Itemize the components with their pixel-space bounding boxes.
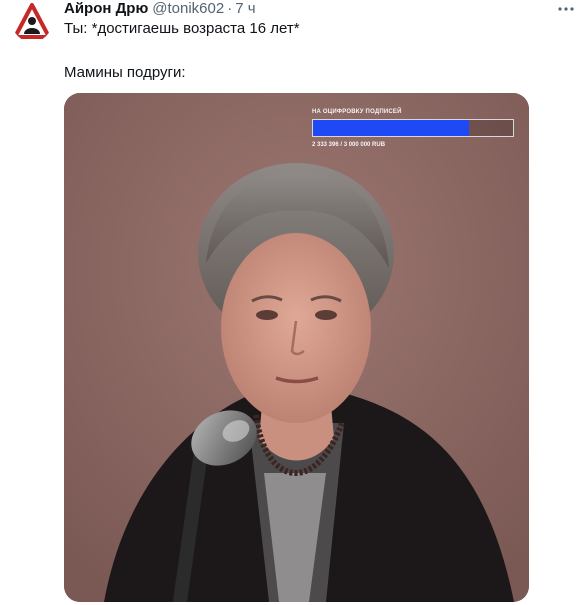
overlay-count: 2 333 396 / 3 000 000 RUB bbox=[312, 142, 386, 148]
avatar[interactable] bbox=[12, 2, 52, 42]
tweet: Айрон Дрю @tonik602 · 7 ч Ты: *достигаеш… bbox=[0, 0, 587, 605]
warning-sign-avatar-icon bbox=[13, 3, 51, 39]
author-line: Айрон Дрю @tonik602 · 7 ч bbox=[64, 0, 256, 18]
more-button[interactable] bbox=[555, 0, 577, 18]
progress-bar bbox=[312, 119, 514, 137]
stream-overlay: НА ОЦИФРОВКУ ПОДПИСЕЙ 2 333 396 / 3 000 … bbox=[312, 109, 522, 159]
overlay-title: НА ОЦИФРОВКУ ПОДПИСЕЙ bbox=[312, 109, 402, 115]
separator-dot: · bbox=[227, 0, 233, 17]
more-dots-icon bbox=[558, 7, 574, 11]
tweet-media[interactable]: НА ОЦИФРОВКУ ПОДПИСЕЙ 2 333 396 / 3 000 … bbox=[64, 93, 529, 602]
tweet-text-line-2: Мамины подруги: bbox=[64, 64, 186, 81]
tweet-text-line-1: Ты: *достигаешь возраста 16 лет* bbox=[64, 20, 300, 37]
author-handle[interactable]: @tonik602 bbox=[152, 0, 224, 17]
media-image bbox=[64, 93, 529, 602]
timestamp[interactable]: 7 ч bbox=[235, 0, 255, 17]
progress-fill bbox=[313, 120, 469, 136]
author-name[interactable]: Айрон Дрю bbox=[64, 0, 148, 17]
